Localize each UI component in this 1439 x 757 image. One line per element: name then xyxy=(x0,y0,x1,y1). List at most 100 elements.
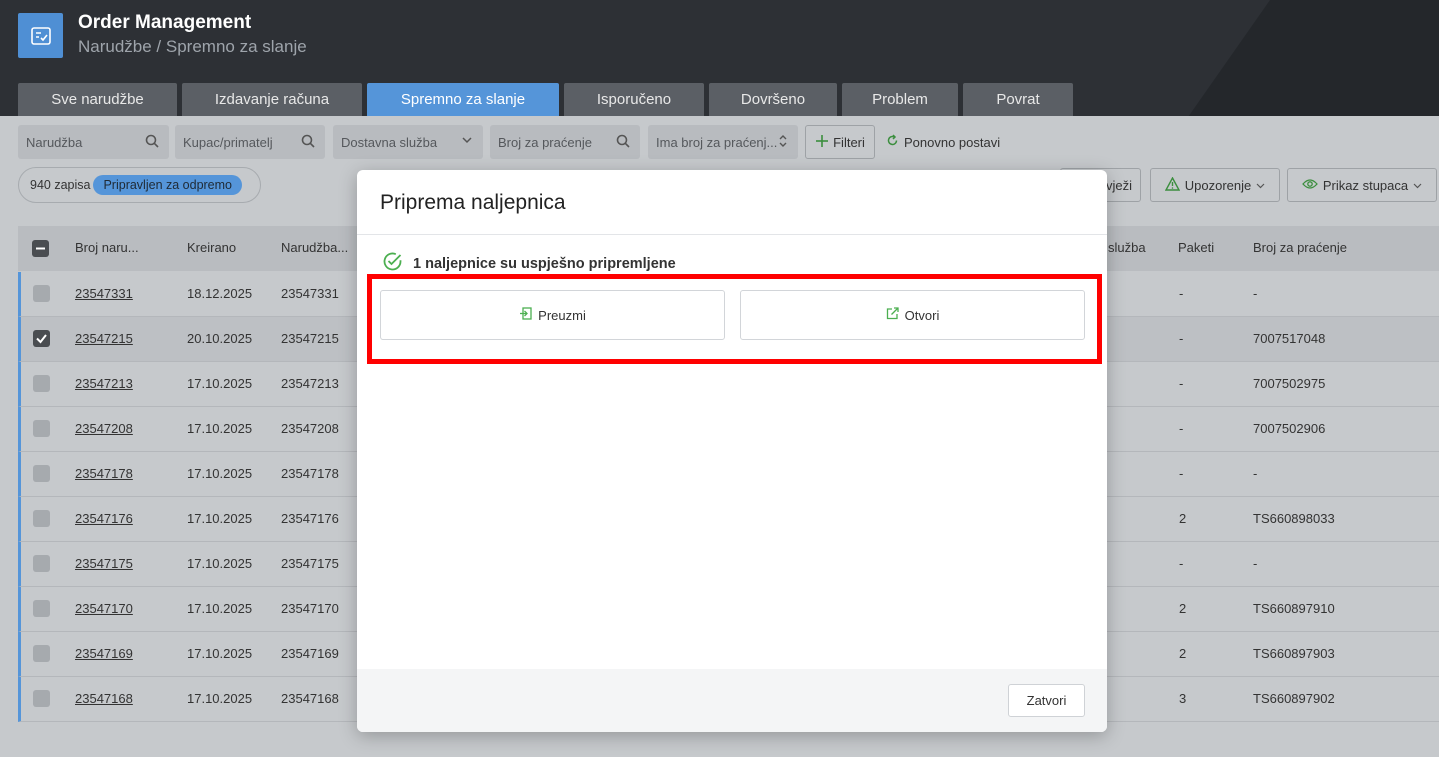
tab-invoicing[interactable]: Izdavanje računa xyxy=(182,83,362,116)
checkmark-icon xyxy=(36,334,47,344)
chevron-down-icon xyxy=(1413,178,1422,193)
tab-ready-to-ship[interactable]: Spremno za slanje xyxy=(367,83,559,116)
dialog-divider xyxy=(357,234,1107,235)
packages-count: - xyxy=(1179,286,1184,301)
created-date: 17.10.2025 xyxy=(187,376,253,391)
order-number: 23547175 xyxy=(281,556,339,571)
tab-return[interactable]: Povrat xyxy=(963,83,1073,116)
delivery-service-select[interactable]: Dostavna služba xyxy=(333,125,483,159)
tab-all-orders[interactable]: Sve narudžbe xyxy=(18,83,177,116)
sort-arrows-icon xyxy=(778,134,788,151)
column-packages[interactable]: Paketi xyxy=(1178,240,1214,255)
breadcrumb: Narudžbe / Spremno za slanje xyxy=(78,37,307,56)
success-message-text: 1 naljepnice su uspješno pripremljene xyxy=(413,255,676,272)
label-preparation-dialog: Priprema naljepnica 1 naljepnice su uspj… xyxy=(357,170,1107,732)
order-number-link[interactable]: 23547169 xyxy=(75,646,133,661)
filters-button-label: Filteri xyxy=(833,134,865,150)
app-header: Order Management Narudžbe / Spremno za s… xyxy=(0,0,1439,116)
tracking-number: - xyxy=(1253,466,1258,481)
warning-dropdown[interactable]: Upozorenje xyxy=(1150,168,1280,202)
column-created[interactable]: Kreirano xyxy=(187,240,236,255)
row-checkbox[interactable] xyxy=(33,600,50,617)
column-order[interactable]: Narudžba... xyxy=(281,240,348,255)
tab-problem[interactable]: Problem xyxy=(842,83,958,116)
row-checkbox[interactable] xyxy=(33,645,50,662)
packages-count: - xyxy=(1179,466,1184,481)
tracking-number: - xyxy=(1253,556,1258,571)
created-date: 17.10.2025 xyxy=(187,421,253,436)
filters-button[interactable]: Filteri xyxy=(805,125,875,159)
column-delivery-service[interactable]: služba xyxy=(1108,240,1146,255)
created-date: 20.10.2025 xyxy=(187,331,253,346)
order-number-link[interactable]: 23547178 xyxy=(75,466,133,481)
column-tracking[interactable]: Broj za praćenje xyxy=(1253,240,1347,255)
created-date: 17.10.2025 xyxy=(187,601,253,616)
customer-filter-input[interactable]: Kupac/primatelj xyxy=(175,125,325,159)
tracking-number: - xyxy=(1253,286,1258,301)
order-number: 23547213 xyxy=(281,376,339,391)
order-number-link[interactable]: 23547213 xyxy=(75,376,133,391)
order-number: 23547170 xyxy=(281,601,339,616)
packages-count: - xyxy=(1179,421,1184,436)
order-filter-placeholder: Narudžba xyxy=(26,134,83,150)
packages-count: - xyxy=(1179,331,1184,346)
tracking-number: 7007502906 xyxy=(1253,421,1326,436)
tracking-number-input[interactable]: Broj za praćenje xyxy=(490,125,640,159)
order-number-link[interactable]: 23547208 xyxy=(75,421,133,436)
plus-icon xyxy=(815,134,829,151)
order-number-link[interactable]: 23547331 xyxy=(75,286,133,301)
close-button[interactable]: Zatvori xyxy=(1008,684,1085,717)
tab-completed[interactable]: Dovršeno xyxy=(709,83,837,116)
created-date: 17.10.2025 xyxy=(187,646,253,661)
order-number-link[interactable]: 23547176 xyxy=(75,511,133,526)
row-checkbox[interactable] xyxy=(33,510,50,527)
header-decoration xyxy=(1122,0,1439,116)
created-date: 17.10.2025 xyxy=(187,556,253,571)
select-all-checkbox[interactable] xyxy=(32,240,49,257)
order-number: 23547208 xyxy=(281,421,339,436)
record-count-text: 940 zapisa xyxy=(30,178,91,192)
tracking-number: TS660898033 xyxy=(1253,511,1335,526)
order-number: 23547168 xyxy=(281,691,339,706)
record-count: 940 zapisa Pripravljen za odpremo xyxy=(18,167,261,203)
created-date: 17.10.2025 xyxy=(187,511,253,526)
highlight-annotation-box xyxy=(367,274,1102,364)
status-tabs: Sve narudžbe Izdavanje računa Spremno za… xyxy=(18,83,1078,116)
tracking-number: 7007502975 xyxy=(1253,376,1326,391)
tab-delivered[interactable]: Isporučeno xyxy=(564,83,704,116)
row-checkbox[interactable] xyxy=(33,420,50,437)
created-date: 18.12.2025 xyxy=(187,286,253,301)
search-icon xyxy=(145,134,159,151)
has-tracking-placeholder: Ima broj za praćenj... xyxy=(656,134,778,150)
column-display-dropdown[interactable]: Prikaz stupaca xyxy=(1287,168,1437,202)
order-filter-input[interactable]: Narudžba xyxy=(18,125,169,159)
packages-count: 3 xyxy=(1179,691,1187,706)
status-badge[interactable]: Pripravljen za odpremo xyxy=(93,175,243,195)
order-number-link[interactable]: 23547168 xyxy=(75,691,133,706)
column-display-label: Prikaz stupaca xyxy=(1322,177,1409,193)
warning-label: Upozorenje xyxy=(1184,177,1252,193)
packages-count: 2 xyxy=(1179,646,1187,661)
row-checkbox[interactable] xyxy=(33,555,50,572)
order-management-icon xyxy=(18,13,63,58)
tracking-number: 7007517048 xyxy=(1253,331,1326,346)
order-number: 23547169 xyxy=(281,646,339,661)
reset-button[interactable]: Ponovno postavi xyxy=(886,134,1000,150)
chevron-down-icon xyxy=(1256,178,1265,193)
app-title: Order Management xyxy=(78,12,252,33)
order-number-link[interactable]: 23547170 xyxy=(75,601,133,616)
order-number: 23547178 xyxy=(281,466,339,481)
packages-count: - xyxy=(1179,556,1184,571)
refresh-button-label: vježi xyxy=(1105,177,1132,193)
row-checkbox[interactable] xyxy=(33,285,50,302)
order-number-link[interactable]: 23547215 xyxy=(75,331,133,346)
order-number-link[interactable]: 23547175 xyxy=(75,556,133,571)
row-checkbox[interactable] xyxy=(33,690,50,707)
column-order-number[interactable]: Broj naru... xyxy=(75,240,139,255)
row-checkbox[interactable] xyxy=(33,465,50,482)
reset-button-label: Ponovno postavi xyxy=(904,134,1001,150)
customer-filter-placeholder: Kupac/primatelj xyxy=(183,134,273,150)
has-tracking-select[interactable]: Ima broj za praćenj... xyxy=(648,125,798,159)
row-checkbox[interactable] xyxy=(33,375,50,392)
row-checkbox[interactable] xyxy=(33,330,50,347)
